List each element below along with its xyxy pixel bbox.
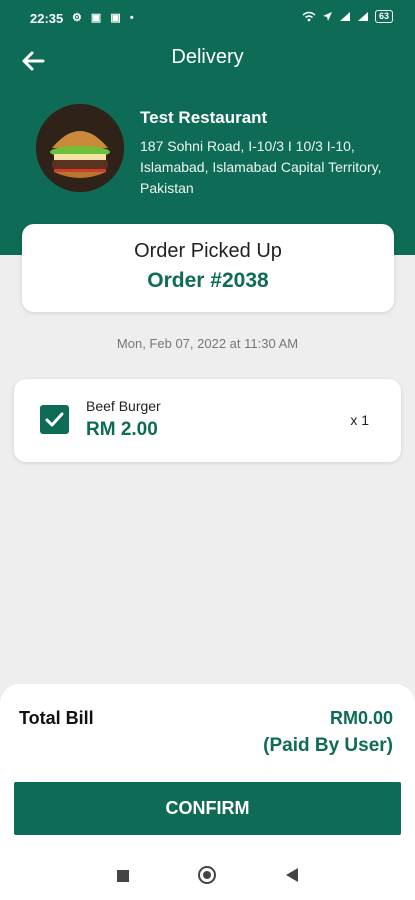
order-datetime: Mon, Feb 07, 2022 at 11:30 AM <box>116 336 299 351</box>
list-item: Beef Burger RM 2.00 x 1 <box>14 379 401 462</box>
restaurant-address: 187 Sohni Road, I-10/3 I 10/3 I-10, Isla… <box>140 138 382 196</box>
status-bar: 22:35 ⚙ ▣ ▣ • 63 <box>0 0 415 34</box>
total-bill-label: Total Bill <box>19 708 94 728</box>
check-icon <box>45 412 64 427</box>
battery-icon: 63 <box>374 10 393 23</box>
back-icon[interactable] <box>286 868 298 882</box>
item-checkbox[interactable] <box>40 405 69 434</box>
bill-panel: Total Bill RM0.00 (Paid By User) CONFIRM <box>0 684 415 900</box>
restaurant-name: Test Restaurant <box>140 108 268 127</box>
system-nav-bar <box>0 852 415 900</box>
page-title: Delivery <box>171 46 244 68</box>
paid-by-note: (Paid By User) <box>263 735 393 756</box>
item-price: RM 2.00 <box>86 419 158 440</box>
order-card: Order Picked Up Order #2038 <box>22 224 394 312</box>
home-icon[interactable] <box>198 866 216 884</box>
signal-icon <box>339 12 350 21</box>
status-right: 63 <box>302 10 393 23</box>
restaurant-image <box>36 104 124 192</box>
wifi-icon <box>302 11 316 22</box>
location-icon <box>322 12 332 21</box>
confirm-button[interactable]: CONFIRM <box>14 782 401 835</box>
signal-icon <box>357 12 368 21</box>
recent-apps-icon[interactable] <box>117 870 129 882</box>
item-name: Beef Burger <box>86 398 161 414</box>
status-icons: ⚙ ▣ ▣ • <box>72 12 137 24</box>
order-number: Order #2038 <box>147 269 269 292</box>
status-time: 22:35 <box>30 11 64 26</box>
total-bill-amount: RM0.00 <box>329 708 393 728</box>
header: 22:35 ⚙ ▣ ▣ • 63 Delivery Test Restauran… <box>0 0 415 255</box>
item-quantity: x 1 <box>350 412 369 428</box>
order-status: Order Picked Up <box>134 240 282 262</box>
